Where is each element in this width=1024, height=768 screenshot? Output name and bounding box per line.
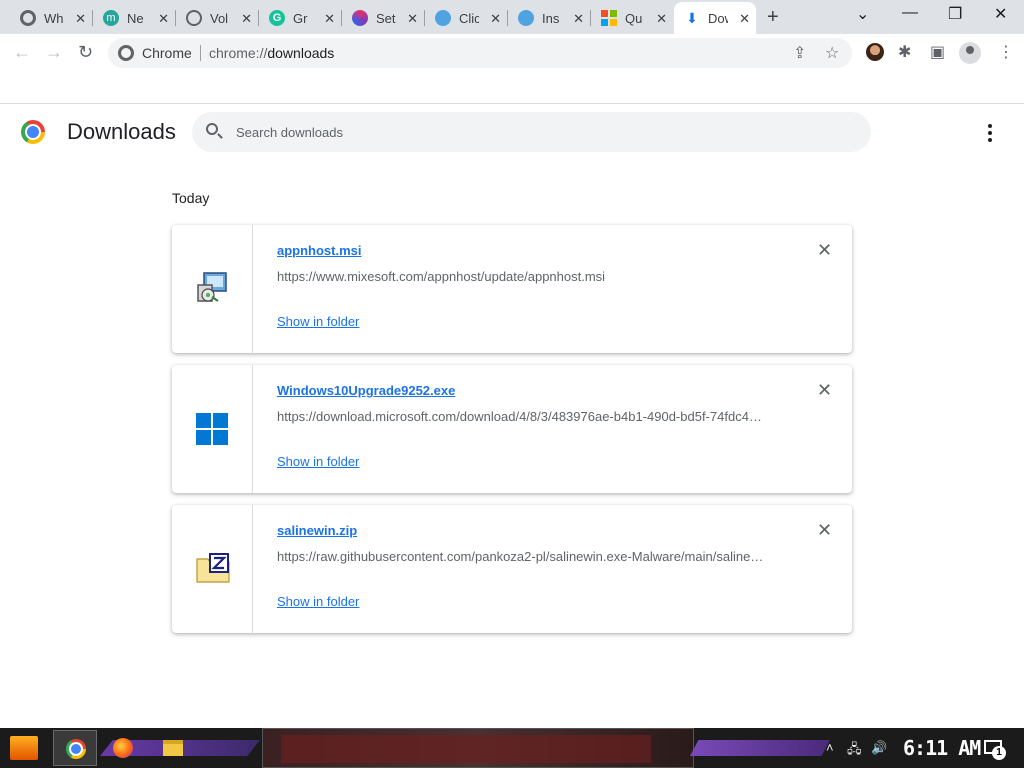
omnibox-divider	[200, 45, 201, 61]
download-source-url[interactable]: https://www.mixesoft.com/appnhost/update…	[277, 269, 777, 284]
microsoft-icon	[601, 10, 617, 26]
restore-button[interactable]: ❐	[948, 4, 962, 24]
new-tab-button[interactable]: +	[767, 6, 779, 29]
chrome-icon	[66, 739, 86, 759]
circle-icon	[186, 10, 202, 26]
url-text[interactable]: chrome://downloads	[209, 45, 334, 61]
tab-ins[interactable]: Ins ✕	[508, 2, 590, 34]
close-tab-icon[interactable]: ✕	[241, 11, 252, 27]
close-tab-icon[interactable]: ✕	[739, 11, 750, 27]
tab-whatsapp[interactable]: Wh ✕	[10, 2, 92, 34]
download-filename-link[interactable]: Windows10Upgrade9252.exe	[277, 383, 455, 398]
toolbar-divider	[0, 103, 1024, 104]
url-path: downloads	[267, 45, 335, 61]
settings-site-icon	[352, 10, 368, 26]
search-icon	[206, 123, 218, 135]
remove-download-close-icon[interactable]: ✕	[817, 521, 832, 539]
taskbar-chrome-button[interactable]	[53, 730, 97, 766]
reload-button[interactable]: ↻	[78, 42, 93, 63]
chrome-icon	[118, 45, 134, 61]
close-tab-icon[interactable]: ✕	[656, 11, 667, 27]
download-filename-link[interactable]: appnhost.msi	[277, 243, 362, 258]
close-tab-icon[interactable]: ✕	[490, 11, 501, 27]
chrome-icon	[20, 10, 36, 26]
close-tab-icon[interactable]: ✕	[407, 11, 418, 27]
download-source-url[interactable]: https://raw.githubusercontent.com/pankoz…	[277, 549, 777, 564]
page-title: Downloads	[67, 119, 176, 144]
download-filename-link[interactable]: salinewin.zip	[277, 523, 357, 538]
download-card: appnhost.msi https://www.mixesoft.com/ap…	[172, 225, 852, 353]
minimize-button[interactable]: —	[902, 4, 918, 22]
installer-icon	[197, 272, 227, 302]
tab-vol[interactable]: Vol ✕	[176, 2, 258, 34]
tab-grammar[interactable]: G Gr ✕	[259, 2, 341, 34]
extension-avatar-icon[interactable]	[866, 43, 884, 61]
show-in-folder-link[interactable]: Show in folder	[277, 594, 359, 609]
url-scheme: chrome://	[209, 45, 268, 61]
taskbar-decoration	[690, 740, 830, 756]
tab-downloads[interactable]: ⬇ Dow ✕	[674, 2, 756, 34]
tab-settings[interactable]: Set ✕	[342, 2, 424, 34]
tab-search-chevron-icon[interactable]: ⌄	[856, 4, 869, 24]
date-group-label: Today	[172, 190, 210, 206]
m-site-icon: m	[103, 10, 119, 26]
start-button-icon[interactable]	[10, 736, 38, 760]
download-card: salinewin.zip https://raw.githubusercont…	[172, 505, 852, 633]
remove-download-close-icon[interactable]: ✕	[817, 241, 832, 259]
cursor-site-icon	[435, 10, 451, 26]
tab-strip: Wh ✕ m Ne ✕ Vol ✕ G Gr ✕ Set ✕ Clic ✕ In…	[0, 0, 1024, 34]
close-tab-icon[interactable]: ✕	[324, 11, 335, 27]
chrome-menu-icon[interactable]: ⋮	[998, 42, 1014, 62]
file-icon-column	[172, 365, 253, 493]
file-explorer-icon[interactable]	[163, 740, 183, 756]
close-window-button[interactable]: ✕	[994, 4, 1007, 24]
address-bar[interactable]: Chrome chrome://downloads ⇪ ☆	[108, 38, 852, 68]
firefox-icon[interactable]	[113, 738, 133, 758]
bookmark-star-icon[interactable]: ☆	[825, 43, 839, 63]
more-actions-icon[interactable]	[984, 124, 996, 142]
chrome-logo-icon	[21, 120, 45, 144]
show-in-folder-link[interactable]: Show in folder	[277, 314, 359, 329]
taskbar-clock[interactable]: 6:11 AM	[903, 736, 981, 760]
show-hidden-icons-chevron-icon[interactable]: ˄	[826, 740, 834, 755]
show-in-folder-link[interactable]: Show in folder	[277, 454, 359, 469]
taskbar-window-preview[interactable]	[262, 728, 694, 768]
back-button[interactable]: ←	[13, 42, 31, 63]
browser-toolbar: ← → ↻ Chrome chrome://downloads ⇪ ☆ ✱ ▣ …	[0, 34, 1024, 72]
close-tab-icon[interactable]: ✕	[573, 11, 584, 27]
search-input[interactable]	[236, 122, 836, 142]
forward-button[interactable]: →	[45, 42, 63, 63]
close-tab-icon[interactable]: ✕	[158, 11, 169, 27]
taskbar: ˄ 🖧 🔊 6:11 AM 1	[0, 728, 1024, 768]
download-card: Windows10Upgrade9252.exe https://downloa…	[172, 365, 852, 493]
volume-icon[interactable]: 🔊	[871, 740, 887, 756]
file-icon-column	[172, 505, 253, 633]
tab-click[interactable]: Clic ✕	[425, 2, 507, 34]
download-source-url[interactable]: https://download.microsoft.com/download/…	[277, 409, 777, 424]
remove-download-close-icon[interactable]: ✕	[817, 381, 832, 399]
search-bar[interactable]	[192, 112, 871, 152]
file-icon-column	[172, 225, 253, 353]
extensions-puzzle-icon[interactable]: ✱	[898, 42, 911, 62]
profile-icon[interactable]	[959, 42, 981, 64]
g-site-icon: G	[269, 10, 285, 26]
cursor-site-icon	[518, 10, 534, 26]
notification-count-badge: 1	[992, 746, 1006, 760]
zip-archive-icon	[196, 553, 230, 583]
site-chip: Chrome	[142, 45, 192, 61]
tab-quick[interactable]: Qu ✕	[591, 2, 673, 34]
share-icon[interactable]: ⇪	[793, 43, 806, 63]
close-tab-icon[interactable]: ✕	[75, 11, 86, 27]
side-panel-icon[interactable]: ▣	[930, 42, 945, 62]
tab-new[interactable]: m Ne ✕	[93, 2, 175, 34]
download-icon: ⬇	[686, 10, 698, 26]
network-icon[interactable]: 🖧	[847, 740, 862, 762]
windows-logo-icon	[196, 413, 228, 445]
